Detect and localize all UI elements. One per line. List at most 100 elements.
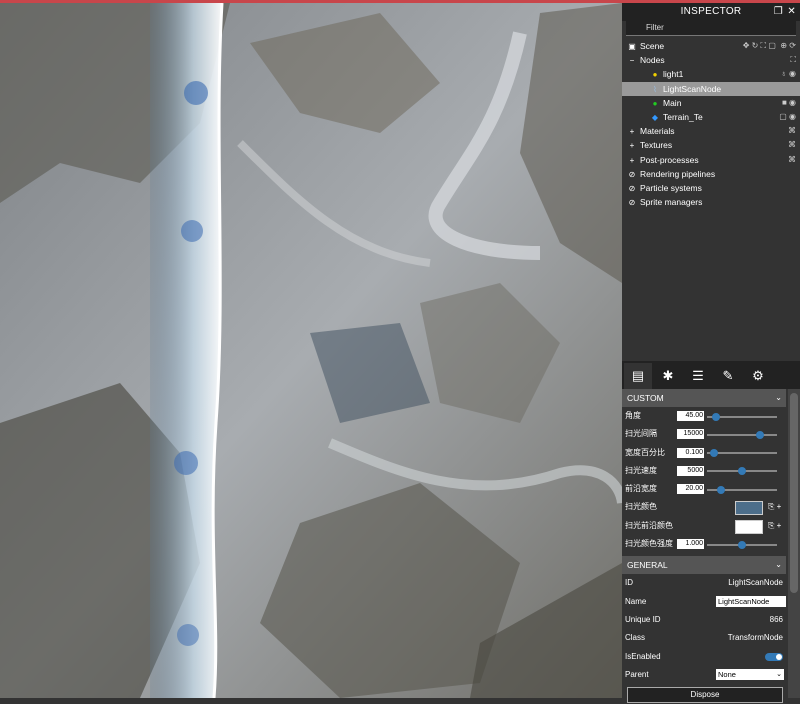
- intensity-slider[interactable]: [707, 540, 777, 549]
- close-icon[interactable]: ✕: [787, 3, 796, 21]
- prop-scan-interval: 扫光间隔 15000: [622, 425, 786, 443]
- file-icon: ▤: [631, 368, 645, 383]
- filter-input[interactable]: Filter: [626, 21, 796, 36]
- edge-color-swatch[interactable]: [735, 519, 763, 534]
- bulb-icon: ●: [652, 70, 658, 80]
- 3d-viewport[interactable]: [0, 3, 622, 698]
- tree-item-scene[interactable]: ▣ Scene ✥ ↻ ⛶ ▢ ⊕ ⟳: [622, 39, 800, 53]
- prop-scan-speed: 扫光速度 5000: [622, 462, 786, 480]
- tab-properties[interactable]: ▤: [624, 363, 652, 389]
- light-visibility-icon[interactable]: ♁ ◉: [781, 67, 796, 81]
- slider-knob[interactable]: [755, 430, 764, 439]
- prop-isenabled: IsEnabled: [622, 648, 786, 666]
- expand-icon[interactable]: +: [627, 139, 637, 153]
- properties-pane: CUSTOM ⌄ 角度 45.00 扫光间隔 15000 宽度百分比 0.100…: [622, 389, 786, 704]
- textures-tools-icon[interactable]: ⌘: [788, 138, 796, 152]
- tree-item-materials[interactable]: + Materials ⌘: [622, 124, 800, 138]
- image-icon: ▣: [628, 42, 636, 51]
- angle-slider[interactable]: [707, 412, 777, 421]
- edge-width-slider[interactable]: [707, 485, 777, 494]
- tree-item-main[interactable]: ● Main ■ ◉: [622, 96, 800, 110]
- terrain-render[interactable]: [0, 3, 622, 698]
- scan-speed-slider[interactable]: [707, 467, 777, 476]
- prop-scan-color: 扫光颜色 ⎘ +: [622, 498, 786, 516]
- prop-edge-width: 前沿宽度 20.00: [622, 480, 786, 498]
- wrench-icon: ✎: [722, 368, 734, 383]
- scan-interval-input[interactable]: 15000: [677, 429, 704, 440]
- tab-debug[interactable]: ✱: [654, 363, 682, 389]
- width-percent-slider[interactable]: [707, 449, 777, 458]
- slider-knob[interactable]: [710, 449, 718, 458]
- tree-item-sprite-managers[interactable]: ⊘ Sprite managers: [622, 195, 800, 209]
- inspector-title: INSPECTOR: [680, 6, 742, 17]
- ban-icon: ⊘: [628, 169, 636, 179]
- tab-statistics[interactable]: ☰: [684, 363, 712, 389]
- chevron-down-icon: ⌄: [775, 393, 782, 402]
- ban-icon: ⊘: [628, 198, 636, 208]
- inspector-panel: INSPECTOR ❐ ✕ Filter ▣ Scene ✥ ↻ ⛶ ▢ ⊕ ⟳ …: [622, 3, 800, 704]
- cube-icon: ◆: [651, 112, 659, 122]
- materials-tools-icon[interactable]: ⌘: [788, 124, 796, 138]
- chevron-down-icon: ⌄: [775, 560, 782, 570]
- tab-settings[interactable]: ⚙: [744, 363, 772, 389]
- copy-add-icon[interactable]: ⎘ +: [768, 517, 781, 535]
- scene-tree: ▣ Scene ✥ ↻ ⛶ ▢ ⊕ ⟳ − Nodes ⛶ ● light1 ♁ ◉ …: [622, 39, 800, 209]
- angle-input[interactable]: 45.00: [677, 411, 704, 421]
- parent-select[interactable]: None ⌄: [716, 668, 784, 680]
- intensity-input[interactable]: 1.000: [677, 539, 704, 550]
- stats-icon: ☰: [692, 368, 704, 383]
- tree-item-postprocesses[interactable]: + Post-processes ⌘: [622, 153, 800, 167]
- tree-item-lightscannode[interactable]: ⌇ LightScanNode: [622, 81, 800, 96]
- slider-knob[interactable]: [717, 485, 725, 494]
- isenabled-toggle[interactable]: [765, 652, 783, 661]
- prop-color-intensity: 扫光颜色强度 1.000: [622, 535, 786, 553]
- tree-item-particle-systems[interactable]: ⊘ Particle systems: [622, 181, 800, 195]
- slider-knob[interactable]: [738, 540, 746, 549]
- collapse-icon[interactable]: −: [627, 54, 637, 68]
- tree-item-nodes[interactable]: − Nodes ⛶: [622, 53, 800, 67]
- prop-id: ID LightScanNode: [625, 578, 783, 588]
- dispose-button[interactable]: Dispose: [627, 687, 783, 704]
- scan-color-swatch[interactable]: [735, 501, 763, 516]
- copy-add-icon[interactable]: ⎘ +: [768, 498, 781, 516]
- scene-tools-icon[interactable]: ✥ ↻ ⛶ ▢ ⊕ ⟳: [743, 39, 796, 53]
- expand-icon[interactable]: +: [627, 125, 637, 139]
- bug-icon: ✱: [662, 368, 674, 383]
- tree-item-textures[interactable]: + Textures ⌘: [622, 138, 800, 152]
- custom-section-header[interactable]: CUSTOM ⌄: [622, 389, 786, 407]
- prop-unique-id: Unique ID 866: [625, 614, 783, 624]
- postprocess-tools-icon[interactable]: ⌘: [788, 153, 796, 167]
- prop-name: Name LightScanNode: [622, 593, 786, 611]
- prop-width-percent: 宽度百分比 0.100: [622, 444, 786, 462]
- tab-tools[interactable]: ✎: [714, 363, 742, 389]
- ban-icon: ⊘: [628, 183, 636, 193]
- gear-icon: ⚙: [752, 368, 764, 383]
- scrollbar-thumb[interactable]: [790, 393, 798, 593]
- mesh-icon: ⌇: [653, 84, 657, 94]
- camera-node-icon: ●: [652, 98, 658, 108]
- expand-icon[interactable]: +: [627, 154, 637, 168]
- prop-angle: 角度 45.00: [622, 407, 786, 425]
- inspector-header: INSPECTOR ❐ ✕: [622, 3, 800, 21]
- scan-speed-input[interactable]: 5000: [677, 465, 704, 476]
- camera-icon[interactable]: ■ ◉: [782, 96, 796, 110]
- slider-knob[interactable]: [738, 467, 746, 476]
- tree-item-rendering-pipelines[interactable]: ⊘ Rendering pipelines: [622, 167, 800, 181]
- toggle-knob: [776, 653, 782, 660]
- prop-class: Class TransformNode: [625, 633, 783, 643]
- tree-item-terrain[interactable]: ◆ Terrain_Te ▢ ◉: [622, 110, 800, 124]
- scan-interval-slider[interactable]: [707, 430, 777, 439]
- popout-icon[interactable]: ❐: [774, 3, 783, 21]
- slider-knob[interactable]: [712, 412, 721, 421]
- tree-item-light1[interactable]: ● light1 ♁ ◉: [622, 67, 800, 81]
- edge-width-input[interactable]: 20.00: [677, 484, 704, 495]
- width-percent-input[interactable]: 0.100: [677, 447, 704, 458]
- prop-dispose: Dispose: [622, 684, 786, 704]
- chevron-down-icon: ⌄: [776, 670, 782, 678]
- properties-scrollbar[interactable]: [788, 389, 800, 698]
- name-input[interactable]: LightScanNode: [716, 595, 786, 607]
- expand-all-icon[interactable]: ⛶: [790, 53, 796, 67]
- general-section-header[interactable]: GENERAL ⌄: [622, 556, 786, 575]
- prop-edge-color: 扫光前沿颜色 ⎘ +: [622, 517, 786, 535]
- terrain-visibility-icon[interactable]: ▢ ◉: [779, 110, 796, 124]
